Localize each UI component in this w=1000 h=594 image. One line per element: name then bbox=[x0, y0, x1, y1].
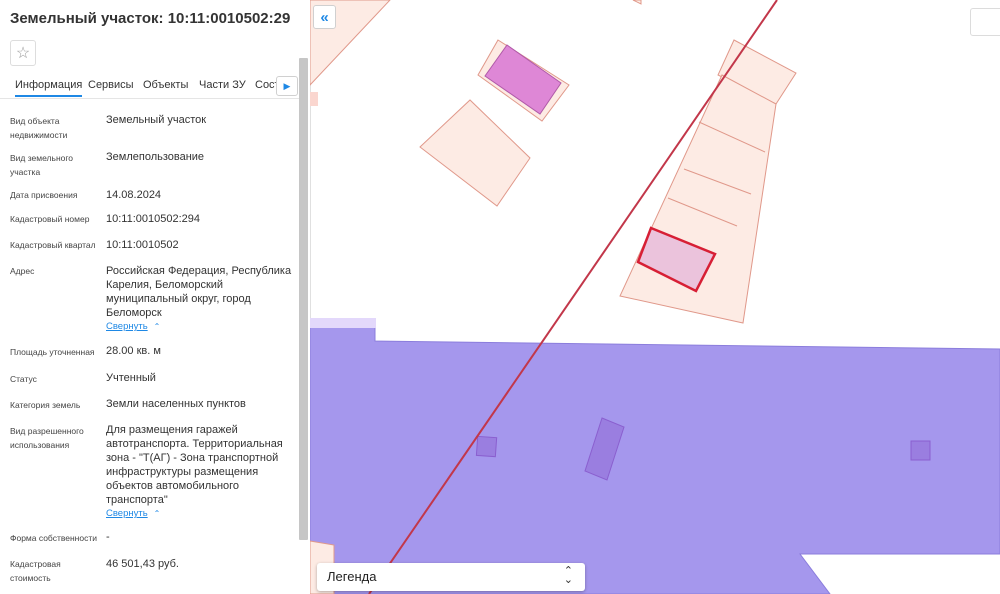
value-ownership: - bbox=[106, 531, 110, 543]
label-cadastral-quarter: Кадастровый квартал bbox=[10, 240, 96, 250]
label-parcel-type: Вид земельного участка bbox=[10, 153, 74, 177]
collapse-panel-button[interactable]: « bbox=[313, 5, 336, 29]
tab-bar: Информация Сервисы Объекты Части ЗУ Сост… bbox=[0, 76, 300, 99]
label-area: Площадь уточненная bbox=[10, 347, 95, 357]
map-canvas[interactable] bbox=[310, 0, 1000, 594]
label-land-category: Категория земель bbox=[10, 400, 81, 410]
value-object-type: Земельный участок bbox=[106, 114, 207, 126]
tab-composition[interactable]: Состав bbox=[255, 79, 276, 91]
value-area: 28.00 кв. м bbox=[106, 345, 161, 357]
building[interactable] bbox=[910, 440, 931, 461]
info-panel: Земельный участок: 10:11:0010502:294 ☆ И… bbox=[0, 0, 311, 594]
label-cadastral-number: Кадастровый номер bbox=[10, 214, 90, 224]
tab-objects[interactable]: Объекты bbox=[143, 79, 188, 91]
label-address: Адрес bbox=[10, 266, 35, 276]
parcel[interactable] bbox=[419, 99, 531, 207]
legend-panel[interactable]: Легенда ⌃ ⌄ bbox=[317, 563, 585, 591]
label-object-type: Вид объекта недвижимости bbox=[10, 116, 68, 140]
tab-information[interactable]: Информация bbox=[15, 79, 83, 97]
map-fragment bbox=[310, 318, 376, 328]
page-title: Земельный участок: 10:11:0010502:294 bbox=[10, 10, 290, 27]
parcel[interactable] bbox=[632, 0, 642, 5]
value-cadastral-quarter: 10:11:0010502 bbox=[106, 239, 179, 251]
tabs-next-button[interactable]: ▶ bbox=[276, 76, 298, 96]
map-fragment bbox=[310, 92, 318, 106]
value-land-category: Земли населенных пунктов bbox=[106, 398, 246, 410]
value-parcel-type: Землепользование bbox=[106, 151, 205, 163]
panel-scrollbar[interactable] bbox=[299, 58, 308, 540]
transport-zone[interactable] bbox=[310, 324, 1000, 594]
label-ownership: Форма собственности bbox=[10, 533, 97, 543]
value-permitted-use: Для размещения гаражей автотранспорта. Т… bbox=[106, 424, 283, 506]
map-layer bbox=[310, 0, 1000, 594]
value-address: Российская Федерация, Республика Карелия… bbox=[106, 265, 292, 319]
chevron-up-down-icon[interactable]: ⌃ ⌄ bbox=[564, 566, 573, 586]
collapse-use-link[interactable]: Свернуть ⌃ bbox=[106, 508, 160, 519]
value-status: Учтенный bbox=[106, 372, 156, 384]
double-chevron-left-icon: « bbox=[320, 8, 329, 26]
star-icon: ☆ bbox=[15, 45, 31, 62]
tab-services[interactable]: Сервисы bbox=[88, 79, 134, 91]
label-permitted-use: Вид разрешенного использования bbox=[10, 426, 84, 450]
favorite-button[interactable]: ☆ bbox=[10, 40, 36, 66]
chevron-up-icon: ⌃ bbox=[153, 322, 161, 331]
value-assign-date: 14.08.2024 bbox=[106, 189, 162, 201]
label-assign-date: Дата присвоения bbox=[10, 190, 78, 200]
chevron-right-icon: ▶ bbox=[283, 80, 291, 91]
value-cadastral-number: 10:11:0010502:294 bbox=[106, 213, 200, 225]
label-status: Статус bbox=[10, 374, 37, 384]
value-cadastral-value: 46 501,43 руб. bbox=[106, 558, 179, 570]
building[interactable] bbox=[475, 435, 498, 458]
legend-label: Легенда bbox=[327, 569, 377, 584]
tab-parcel-parts[interactable]: Части ЗУ bbox=[199, 79, 246, 91]
collapse-address-link[interactable]: Свернуть ⌃ bbox=[106, 321, 160, 332]
label-cadastral-value: Кадастровая стоимость bbox=[10, 559, 61, 583]
map-control[interactable] bbox=[970, 8, 1000, 36]
chevron-up-icon: ⌃ bbox=[153, 509, 161, 518]
